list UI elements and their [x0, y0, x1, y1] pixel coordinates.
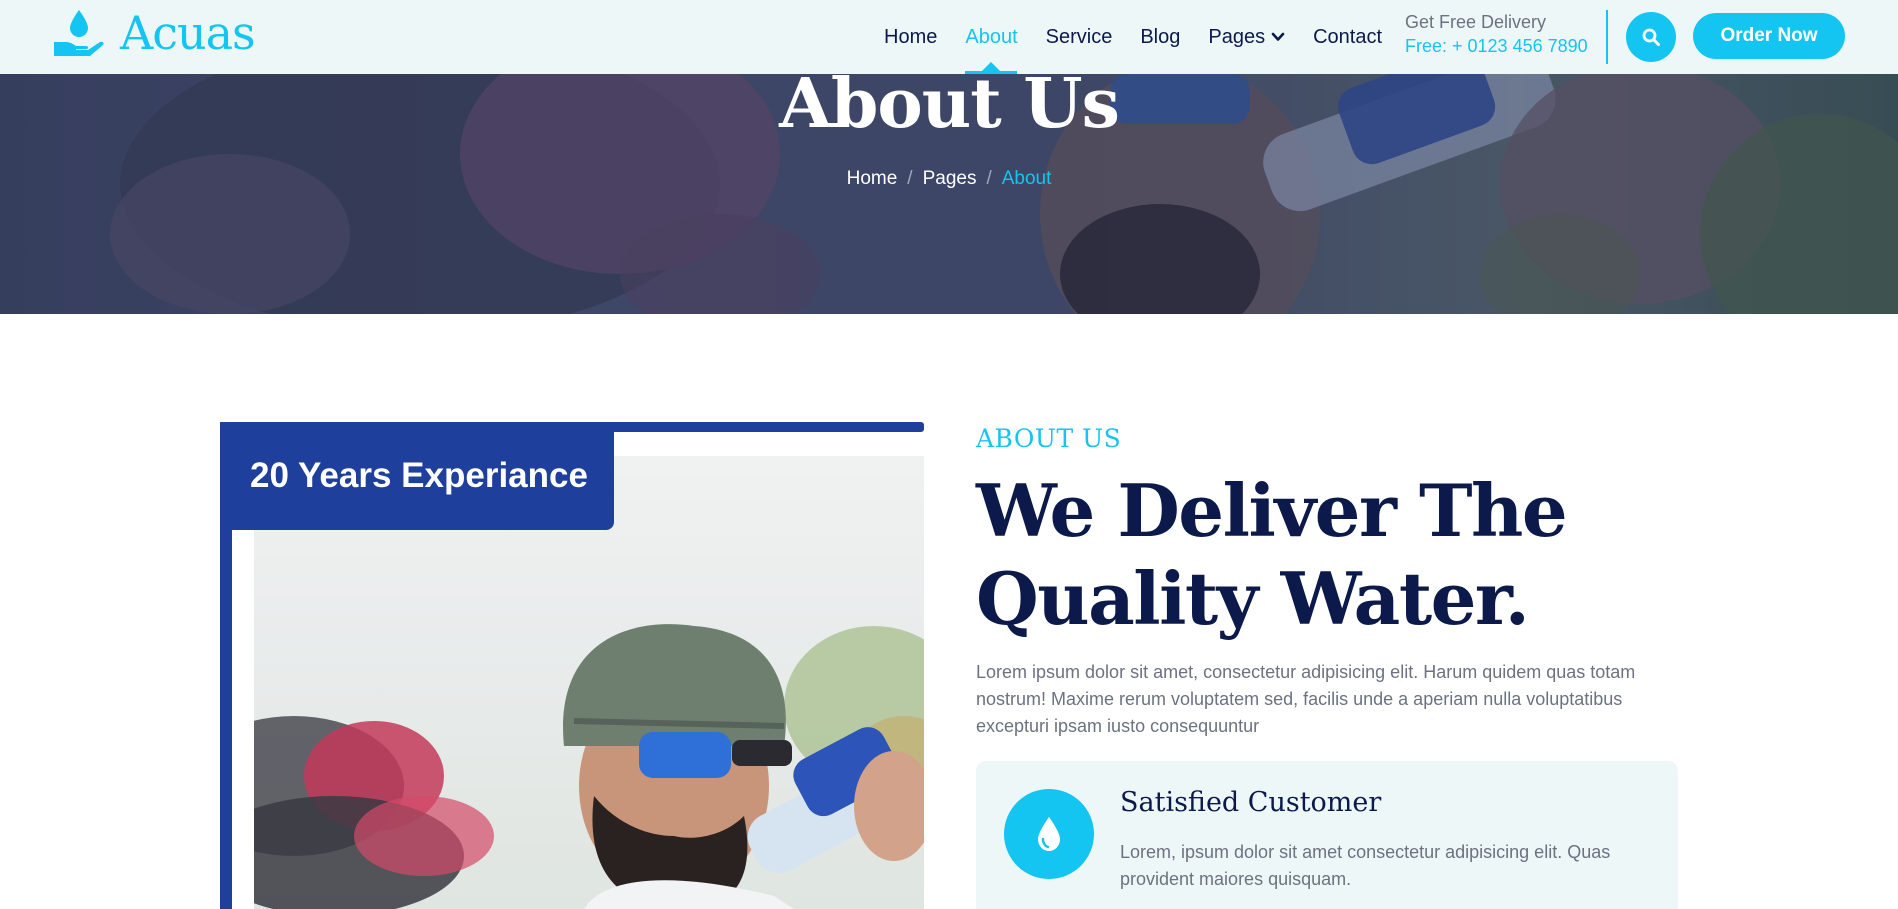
nav-about[interactable]: About — [965, 0, 1017, 74]
experience-badge: 20 Years Experiance — [220, 422, 614, 530]
water-drop-icon — [1038, 817, 1060, 851]
section-description: Lorem ipsum dolor sit amet, consectetur … — [976, 662, 1636, 736]
nav-contact[interactable]: Contact — [1313, 0, 1382, 74]
breadcrumb-home[interactable]: Home — [847, 168, 898, 189]
breadcrumb-separator: / — [907, 168, 913, 189]
breadcrumb-current: About — [1001, 168, 1052, 189]
search-icon — [1642, 28, 1660, 46]
about-content: ABOUT US We Deliver The Quality Water. L… — [976, 424, 1686, 740]
nav-pages-dropdown[interactable]: Pages — [1208, 0, 1285, 74]
water-drop-hand-icon — [54, 10, 104, 56]
nav-pages-label: Pages — [1208, 25, 1266, 48]
about-image-frame: 20 Years Experiance — [220, 422, 924, 909]
chevron-down-icon — [1271, 32, 1285, 41]
nav-service[interactable]: Service — [1046, 0, 1113, 74]
feature-description: Lorem, ipsum dolor sit amet consectetur … — [1120, 842, 1611, 889]
delivery-label: Get Free Delivery — [1405, 12, 1547, 32]
breadcrumb: Home / Pages / About — [0, 168, 1898, 190]
breadcrumb-separator: / — [986, 168, 992, 189]
feature-card-satisfied-customer: Satisfied Customer Lorem, ipsum dolor si… — [976, 761, 1678, 909]
top-navbar: Acuas Home About Service Blog Pages Cont… — [0, 0, 1898, 74]
nav-home[interactable]: Home — [884, 0, 937, 74]
page-hero: About Us Home / Pages / About — [0, 74, 1898, 314]
page-title: About Us — [779, 74, 1120, 144]
experience-badge-text: 20 Years Experiance — [250, 456, 588, 495]
nav-blog[interactable]: Blog — [1140, 0, 1180, 74]
order-now-button[interactable]: Order Now — [1693, 13, 1845, 59]
brand-name: Acuas — [120, 6, 256, 60]
delivery-info: Get Free Delivery Free: + 0123 456 7890 — [1405, 10, 1588, 59]
delivery-phone[interactable]: Free: + 0123 456 7890 — [1405, 34, 1588, 58]
search-button[interactable] — [1626, 12, 1676, 62]
breadcrumb-pages[interactable]: Pages — [923, 168, 977, 189]
main-nav: Home About Service Blog Pages Contact — [884, 0, 1410, 74]
section-headline: We Deliver The Quality Water. — [976, 467, 1686, 643]
brand-logo[interactable]: Acuas — [52, 6, 256, 60]
headline-line-1: We Deliver The — [976, 468, 1568, 553]
feature-title: Satisfied Customer — [1120, 787, 1382, 818]
section-eyebrow: ABOUT US — [976, 424, 1122, 453]
headline-line-2: Quality Water. — [976, 556, 1530, 641]
nav-divider — [1606, 10, 1608, 64]
feature-icon-circle — [1004, 789, 1094, 879]
